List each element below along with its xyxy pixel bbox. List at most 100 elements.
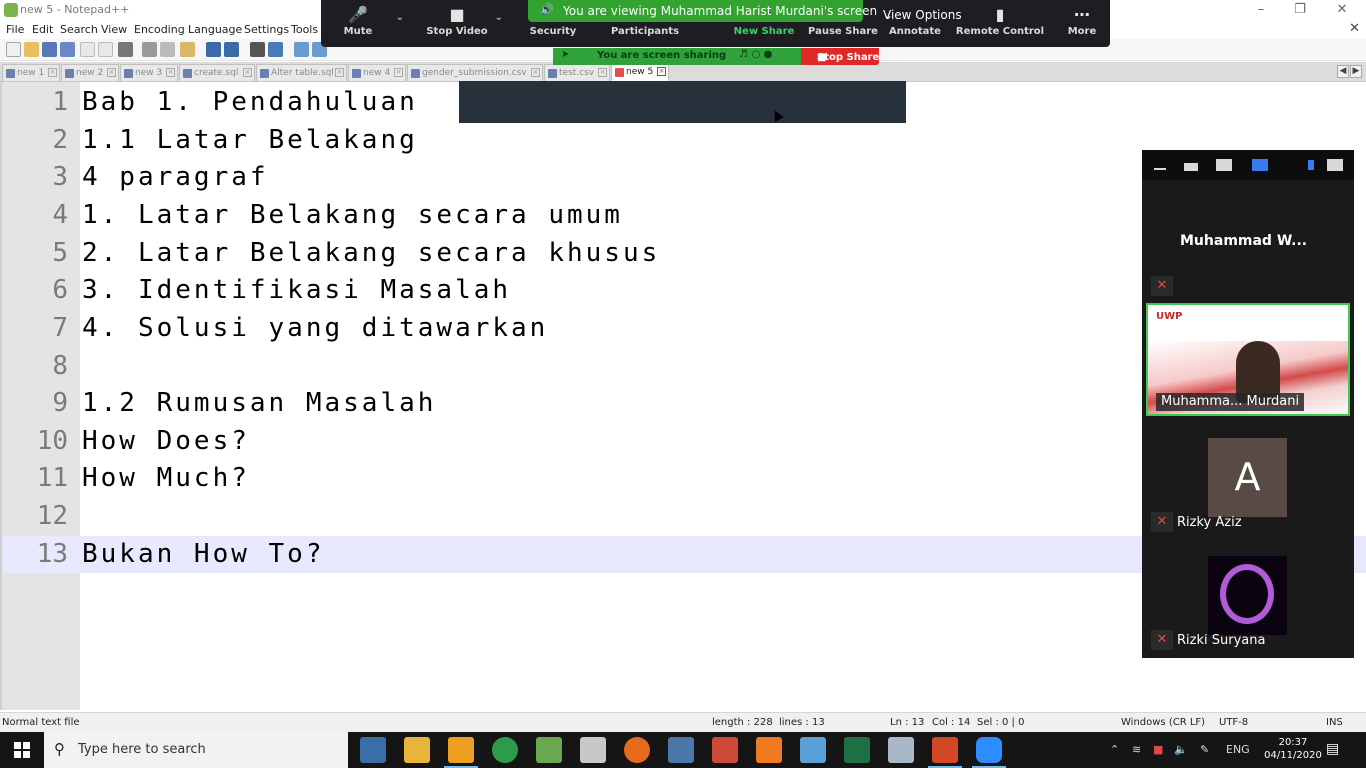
language-indicator[interactable]: ENG xyxy=(1226,743,1250,756)
stop-video-button[interactable]: ■ Stop Video ⌄ xyxy=(417,4,503,37)
start-button[interactable] xyxy=(0,732,44,768)
tab-close-icon[interactable]: × xyxy=(243,68,252,77)
pop-out-icon[interactable] xyxy=(1327,159,1343,171)
menu-language[interactable]: Language xyxy=(188,23,242,36)
windows-taskbar: ⚲ Type here to search ⌃ ≋ ■ 🔈 ✎ ENG 20:3… xyxy=(0,732,1366,768)
search-placeholder: Type here to search xyxy=(78,742,206,757)
tab-close-icon[interactable]: × xyxy=(657,67,666,76)
tab-new-2[interactable]: new 2 × xyxy=(61,64,119,81)
active-speaker-video[interactable]: UWP Muhamma... Murdani xyxy=(1146,303,1350,416)
save-all-icon[interactable] xyxy=(60,42,75,57)
excel-icon[interactable] xyxy=(844,737,870,763)
close-icon[interactable]: ✕ xyxy=(1331,2,1353,17)
tab-label: create.sql xyxy=(194,68,239,78)
status-sel: Sel : 0 | 0 xyxy=(977,717,1025,728)
tab-alter-table-sql[interactable]: Alter table.sql × xyxy=(256,64,347,81)
find-icon[interactable] xyxy=(250,42,265,57)
chrome-icon[interactable] xyxy=(492,737,518,763)
menu-settings[interactable]: Settings xyxy=(244,23,289,36)
postgresql-icon[interactable] xyxy=(668,737,694,763)
tab-new-1[interactable]: new 1 × xyxy=(2,64,60,81)
stop-share-label: Stop Share xyxy=(817,52,880,63)
status-mode: INS xyxy=(1326,717,1343,728)
new-file-icon[interactable] xyxy=(6,42,21,57)
tab-gender-submission-csv[interactable]: gender_submission.csv × xyxy=(407,64,543,81)
sublime-text-icon[interactable] xyxy=(444,737,478,768)
record-icon[interactable]: ○ xyxy=(751,49,760,60)
save-icon[interactable] xyxy=(42,42,57,57)
open-file-icon[interactable] xyxy=(24,42,39,57)
tab-close-icon[interactable]: × xyxy=(598,68,607,77)
wifi-icon[interactable]: ≋ xyxy=(1132,743,1141,756)
volume-icon[interactable]: 🔈 xyxy=(1174,743,1188,756)
paint-icon[interactable] xyxy=(580,737,606,763)
tab-close-icon[interactable]: × xyxy=(335,68,344,77)
next-page-icon[interactable] xyxy=(1308,160,1314,170)
tab-close-icon[interactable]: × xyxy=(531,68,540,77)
pen-icon[interactable]: ✎ xyxy=(1200,743,1209,756)
security-tray-icon[interactable]: ■ xyxy=(1153,743,1163,756)
document-close-icon[interactable]: ✕ xyxy=(1349,21,1360,36)
tab-new-4[interactable]: new 4 × xyxy=(348,64,406,81)
network-app-icon[interactable] xyxy=(360,737,386,763)
mute-button[interactable]: 🎤 Mute ⌄ xyxy=(318,4,404,37)
pin-icon[interactable]: ➤ xyxy=(561,49,569,60)
zoom-app-icon[interactable] xyxy=(972,737,1006,768)
file-explorer-icon[interactable] xyxy=(404,737,430,763)
remote-desktop-icon[interactable] xyxy=(888,737,914,763)
menu-edit[interactable]: Edit xyxy=(32,23,53,36)
speaker-icon[interactable]: ♬ xyxy=(739,49,748,60)
taskbar-search-box[interactable]: ⚲ Type here to search xyxy=(44,732,348,768)
system-clock[interactable]: 20:37 04/11/2020 xyxy=(1264,736,1322,762)
tab-close-icon[interactable]: × xyxy=(48,68,57,77)
menu-search[interactable]: Search xyxy=(60,23,98,36)
copy-icon[interactable] xyxy=(160,42,175,57)
notepad-plus-plus-icon[interactable] xyxy=(536,737,562,763)
notification-icon[interactable]: ▤ xyxy=(1326,741,1339,757)
maximize-icon[interactable]: ❐ xyxy=(1289,2,1311,17)
line-text: How Does? xyxy=(82,426,250,456)
file-icon xyxy=(260,69,269,78)
tab-close-icon[interactable]: × xyxy=(107,68,116,77)
git-icon[interactable] xyxy=(712,737,738,763)
undo-icon[interactable] xyxy=(206,42,221,57)
cut-icon[interactable] xyxy=(142,42,157,57)
tab-scroll-right-icon[interactable]: ▶ xyxy=(1350,65,1362,78)
tab-new-5[interactable]: new 5 × xyxy=(611,63,669,81)
tab-new-3[interactable]: new 3 × xyxy=(120,64,178,81)
participant-avatar xyxy=(1208,556,1287,635)
xampp-icon[interactable] xyxy=(756,737,782,763)
chevron-down-icon[interactable]: ⌄ xyxy=(495,12,503,23)
tab-close-icon[interactable]: × xyxy=(166,68,175,77)
print-icon[interactable] xyxy=(118,42,133,57)
shield-icon[interactable]: ● xyxy=(764,49,773,60)
zoom-in-icon[interactable] xyxy=(294,42,309,57)
close-all-icon[interactable] xyxy=(98,42,113,57)
menu-view[interactable]: View xyxy=(101,23,127,36)
minimize-gallery-icon[interactable] xyxy=(1154,168,1166,170)
view-options-button[interactable]: View Options ⌄ xyxy=(863,0,973,22)
powerpoint-icon[interactable] xyxy=(928,737,962,768)
firefox-icon[interactable] xyxy=(624,737,650,763)
gallery-view-icon[interactable] xyxy=(1252,159,1268,171)
status-length: length : 228 xyxy=(712,717,773,728)
redo-icon[interactable] xyxy=(224,42,239,57)
close-file-icon[interactable] xyxy=(80,42,95,57)
menu-file[interactable]: File xyxy=(6,23,24,36)
tab-scroll-left-icon[interactable]: ◀ xyxy=(1337,65,1349,78)
show-hidden-icons[interactable]: ⌃ xyxy=(1110,743,1119,756)
tab-close-icon[interactable]: × xyxy=(394,68,403,77)
menu-encoding[interactable]: Encoding xyxy=(134,23,185,36)
tab-create-sql[interactable]: create.sql × xyxy=(179,64,255,81)
stop-share-button[interactable]: ■ Stop Share xyxy=(801,48,879,65)
chevron-down-icon[interactable]: ⌄ xyxy=(396,12,404,23)
menu-tools[interactable]: Tools xyxy=(291,23,318,36)
replace-icon[interactable] xyxy=(268,42,283,57)
paste-icon[interactable] xyxy=(180,42,195,57)
speaker-view-icon[interactable] xyxy=(1216,159,1232,171)
minimize-icon[interactable]: – xyxy=(1250,2,1272,17)
more-button[interactable]: ⋯ More xyxy=(1042,4,1122,37)
notepad-icon[interactable] xyxy=(800,737,826,763)
single-view-icon[interactable] xyxy=(1184,163,1198,171)
tab-test-csv[interactable]: test.csv × xyxy=(544,64,610,81)
